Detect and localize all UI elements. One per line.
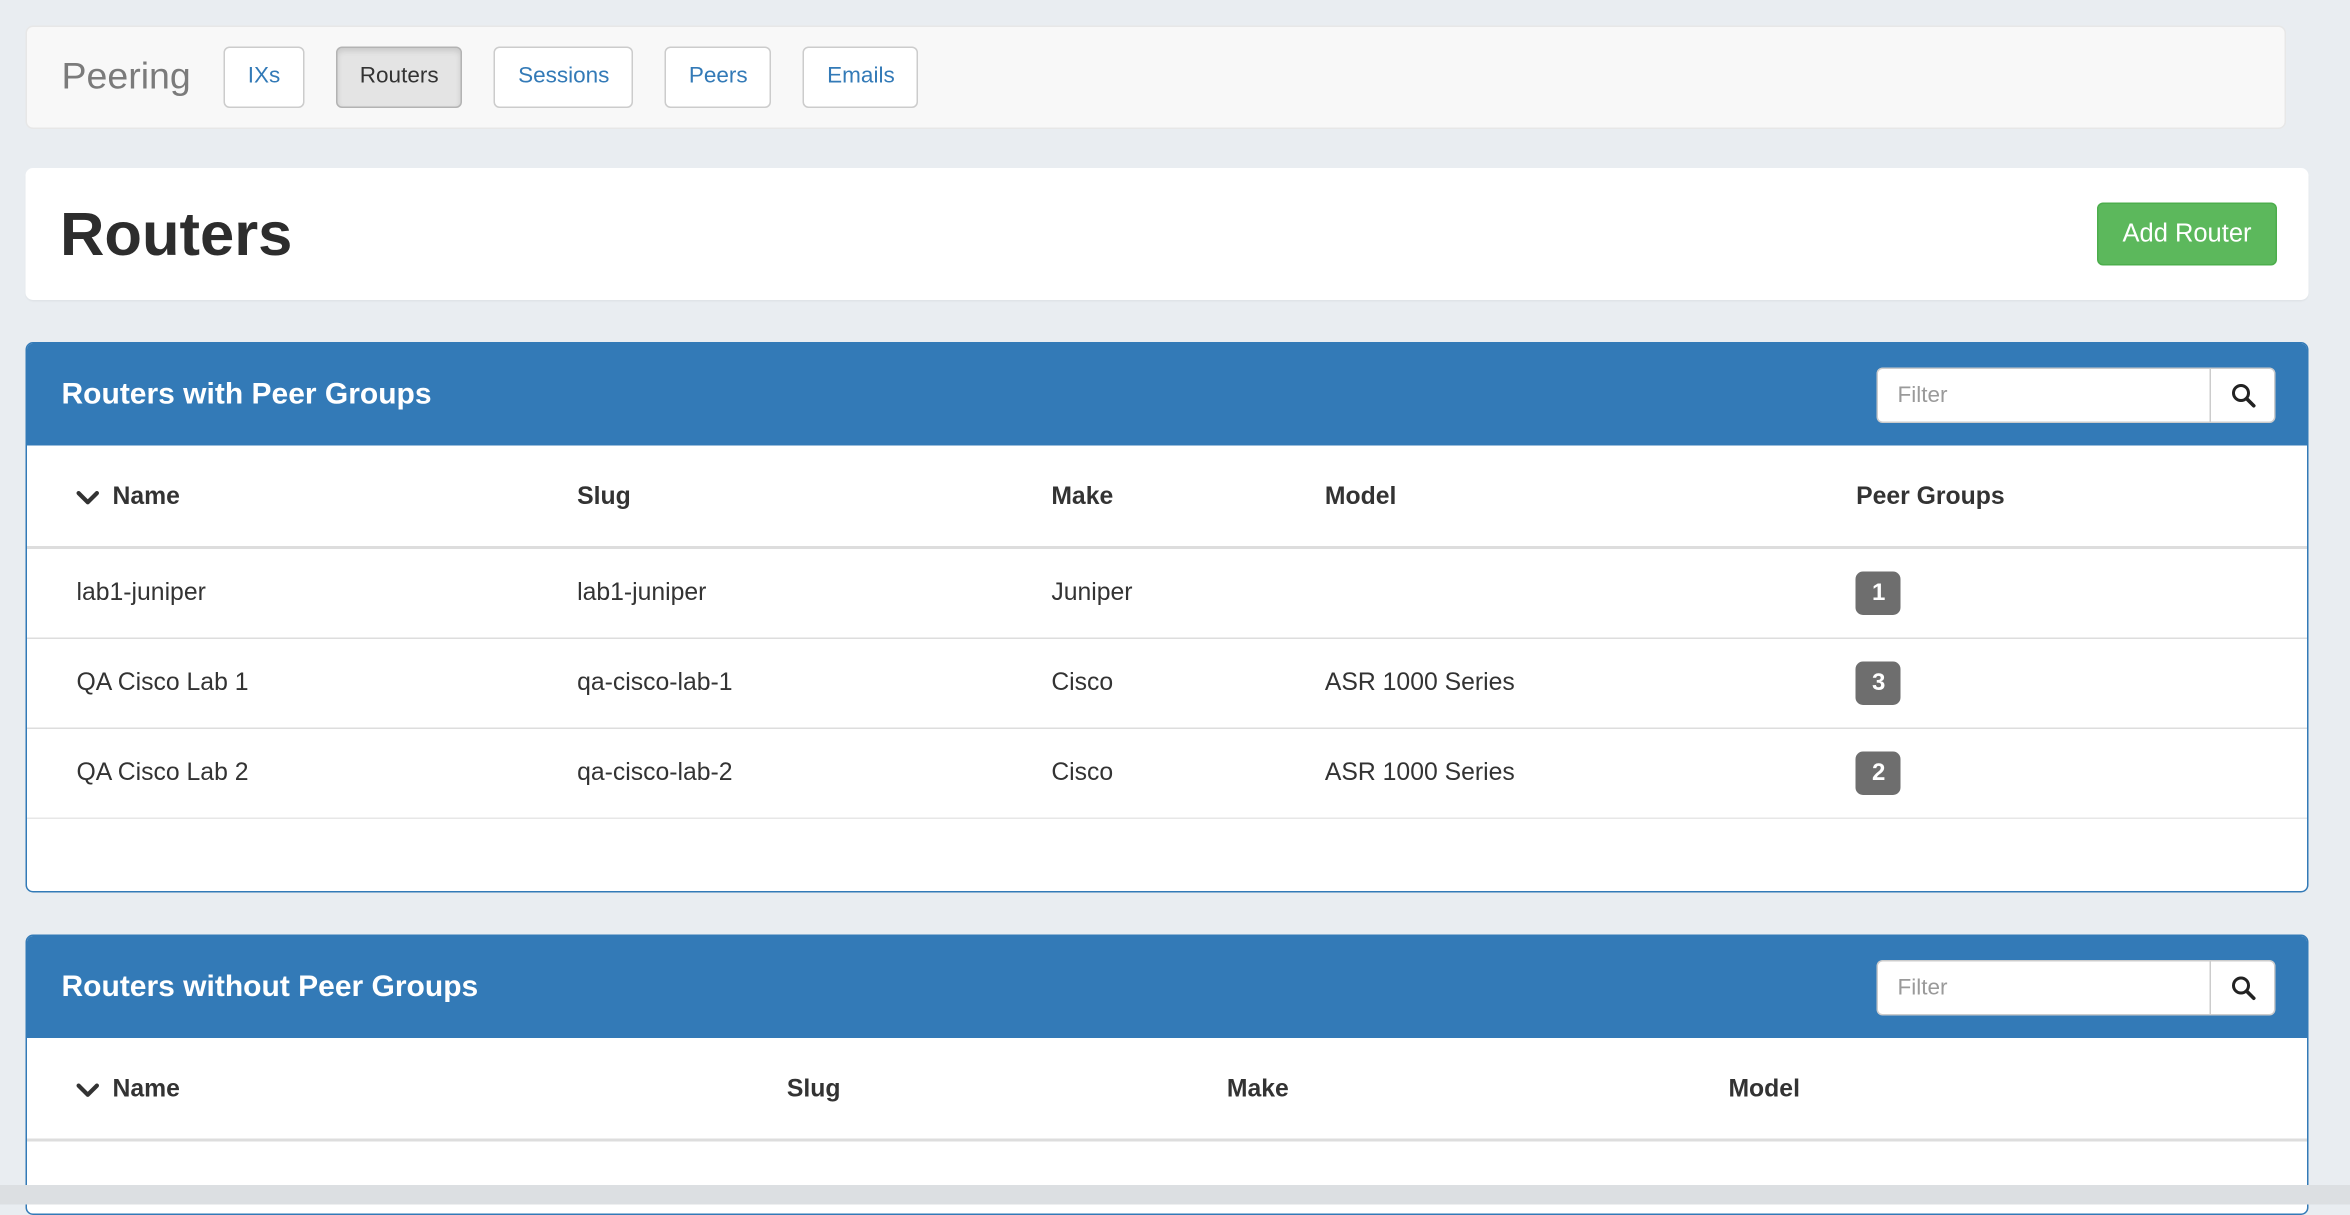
search-button[interactable]	[2210, 959, 2276, 1015]
cell-model	[1313, 548, 1844, 639]
panel-title: Routers with Peer Groups	[62, 377, 432, 412]
page-title: Routers	[60, 199, 292, 270]
filter-group	[1877, 959, 2276, 1015]
panel-routers-without-peer-groups: Routers without Peer Groups	[26, 935, 2309, 1215]
peer-group-count-badge: 1	[1856, 572, 1901, 616]
panel-body-spacer	[27, 819, 2307, 891]
routers-with-peer-groups-table: Name Slug Make Model Peer Groups lab1-ju…	[27, 446, 2307, 820]
routers-without-peer-groups-table: Name Slug Make Model	[27, 1038, 2307, 1142]
nav-routers-button[interactable]: Routers	[336, 47, 463, 107]
cell-name: QA Cisco Lab 1	[27, 638, 565, 728]
cell-make: Juniper	[1039, 548, 1313, 639]
column-header-peer-groups[interactable]: Peer Groups	[1844, 446, 2307, 548]
sort-chevron-down-icon	[77, 1083, 100, 1098]
table-row: lab1-juniper lab1-juniper Juniper 1	[27, 548, 2307, 639]
peer-group-count-badge: 2	[1856, 752, 1901, 796]
column-header-slug[interactable]: Slug	[775, 1038, 1215, 1140]
column-header-make[interactable]: Make	[1039, 446, 1313, 548]
cell-name: lab1-juniper	[27, 548, 565, 639]
peer-group-count-badge: 3	[1856, 662, 1901, 706]
cell-model: ASR 1000 Series	[1313, 638, 1844, 728]
cell-make: Cisco	[1039, 638, 1313, 728]
panel-routers-with-peer-groups: Routers with Peer Groups	[26, 342, 2309, 893]
table-header-row: Name Slug Make Model Peer Groups	[27, 446, 2307, 548]
cell-peer-groups: 1	[1844, 548, 2307, 639]
app-root: Peering IXs Routers Sessions Peers Email…	[0, 0, 2350, 1205]
column-header-make[interactable]: Make	[1215, 1038, 1717, 1140]
nav-sessions-button[interactable]: Sessions	[494, 47, 633, 107]
table-header-row: Name Slug Make Model	[27, 1038, 2307, 1140]
add-router-button[interactable]: Add Router	[2097, 203, 2277, 266]
filter-input[interactable]	[1877, 367, 2210, 423]
page-header: Routers Add Router	[26, 168, 2309, 300]
panel-heading: Routers without Peer Groups	[27, 936, 2307, 1038]
cell-make: Cisco	[1039, 728, 1313, 818]
cell-slug: lab1-juniper	[565, 548, 1039, 639]
table-row: QA Cisco Lab 1 qa-cisco-lab-1 Cisco ASR …	[27, 638, 2307, 728]
search-icon	[2230, 382, 2256, 408]
column-header-slug[interactable]: Slug	[565, 446, 1039, 548]
window-bottom-edge	[0, 1185, 2350, 1205]
top-navbar: Peering IXs Routers Sessions Peers Email…	[26, 26, 2287, 130]
cell-peer-groups: 2	[1844, 728, 2307, 818]
filter-input[interactable]	[1877, 959, 2210, 1015]
nav-ixs-button[interactable]: IXs	[224, 47, 305, 107]
nav-peers-button[interactable]: Peers	[665, 47, 772, 107]
cell-slug: qa-cisco-lab-1	[565, 638, 1039, 728]
search-icon	[2230, 974, 2256, 1000]
page-container: Peering IXs Routers Sessions Peers Email…	[0, 0, 2350, 1215]
nav-emails-button[interactable]: Emails	[803, 47, 919, 107]
column-header-name[interactable]: Name	[27, 446, 565, 548]
column-header-name[interactable]: Name	[27, 1038, 775, 1140]
cell-peer-groups: 3	[1844, 638, 2307, 728]
cell-model: ASR 1000 Series	[1313, 728, 1844, 818]
cell-name: QA Cisco Lab 2	[27, 728, 565, 818]
panel-heading: Routers with Peer Groups	[27, 344, 2307, 446]
sort-chevron-down-icon	[77, 491, 100, 506]
filter-group	[1877, 367, 2276, 423]
column-header-model[interactable]: Model	[1716, 1038, 2307, 1140]
cell-slug: qa-cisco-lab-2	[565, 728, 1039, 818]
search-button[interactable]	[2210, 367, 2276, 423]
table-row: QA Cisco Lab 2 qa-cisco-lab-2 Cisco ASR …	[27, 728, 2307, 818]
brand-link[interactable]: Peering	[62, 56, 191, 100]
column-header-model[interactable]: Model	[1313, 446, 1844, 548]
panel-title: Routers without Peer Groups	[62, 970, 479, 1005]
